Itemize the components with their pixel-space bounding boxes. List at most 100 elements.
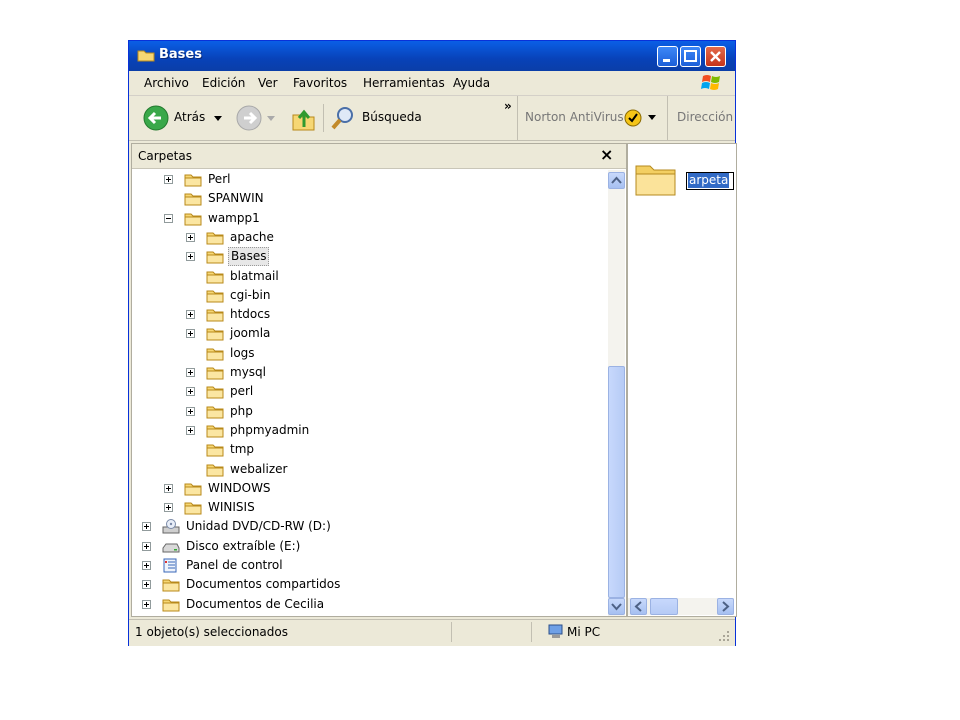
tree-item-label: Bases (228, 247, 270, 267)
tree-item-label: blatmail (230, 268, 279, 283)
norton-shield-icon[interactable] (623, 108, 643, 128)
tree-item[interactable]: SPANWIN (132, 189, 608, 208)
expand-icon[interactable] (142, 541, 151, 551)
resize-grip-icon[interactable] (719, 631, 731, 643)
expand-icon[interactable] (164, 483, 173, 493)
menu-herramientas[interactable]: Herramientas (363, 76, 445, 90)
expand-icon[interactable] (142, 522, 151, 532)
tree-item[interactable]: logs (132, 344, 608, 363)
expand-icon[interactable] (164, 175, 173, 184)
menu-edicion[interactable]: Edición (202, 76, 245, 90)
folder-icon (184, 174, 202, 187)
menu-archivo[interactable]: Archivo (144, 76, 189, 90)
chevron-right-icon (722, 601, 730, 612)
folder-icon[interactable] (633, 158, 679, 198)
expand-icon[interactable] (142, 561, 151, 570)
tree-item[interactable]: htdocs (132, 305, 608, 324)
folder-icon (206, 425, 224, 438)
tree-item[interactable]: phpmyadmin (132, 421, 608, 440)
menu-ayuda[interactable]: Ayuda (453, 76, 490, 90)
folder-icon (184, 213, 202, 226)
tree-item[interactable]: WINISIS (132, 498, 608, 517)
scroll-right-button[interactable] (717, 598, 734, 615)
collapse-icon[interactable] (164, 213, 173, 223)
toolbar-overflow-chevron[interactable]: » (504, 99, 512, 113)
expand-icon[interactable] (186, 310, 195, 320)
back-button[interactable]: Atrás (143, 104, 233, 132)
rename-input[interactable]: arpeta (686, 172, 734, 190)
tree-item-label: joomla (230, 326, 271, 341)
tree-item-label: htdocs (230, 307, 271, 322)
tree-item[interactable]: Bases (132, 247, 608, 267)
toolbar-separator (323, 104, 324, 132)
close-button[interactable] (705, 46, 726, 67)
vertical-scrollbar[interactable] (608, 170, 625, 616)
scroll-up-button[interactable] (608, 172, 625, 189)
folder-icon (184, 502, 202, 515)
menu-bar: Archivo Edición Ver Favoritos Herramient… (129, 71, 735, 96)
horizontal-scrollbar[interactable] (628, 598, 734, 615)
window-title: Bases (159, 47, 202, 62)
horizontal-scroll-thumb[interactable] (650, 598, 678, 615)
tree-item[interactable]: WINDOWS (132, 479, 608, 498)
forward-dropdown-icon[interactable] (267, 116, 275, 122)
tree-item[interactable]: Documentos de Cecilia (132, 595, 608, 614)
tree-item[interactable]: php (132, 402, 608, 421)
tree-item[interactable]: wampp1 (132, 209, 608, 228)
title-bar[interactable]: Bases (129, 41, 735, 71)
tree-item[interactable]: Disco extraíble (E:) (132, 537, 608, 556)
tree-item[interactable]: mysql (132, 363, 608, 382)
tree-item[interactable]: Documentos compartidos (132, 575, 608, 594)
tree-item[interactable]: apache (132, 228, 608, 247)
tree-item[interactable]: Perl (132, 170, 608, 189)
folder-icon (206, 271, 224, 283)
folder-icon (206, 464, 224, 476)
scroll-left-button[interactable] (630, 598, 647, 615)
windows-logo-icon (701, 75, 720, 90)
close-pane-button[interactable]: × (600, 145, 613, 164)
expand-icon[interactable] (142, 599, 151, 609)
folders-pane-header: Carpetas × (132, 144, 626, 169)
expand-icon[interactable] (186, 387, 195, 397)
search-button[interactable]: Búsqueda (330, 104, 430, 132)
expand-icon[interactable] (186, 425, 195, 435)
tree-item-label: Disco extraíble (E:) (186, 538, 301, 553)
minimize-button[interactable] (657, 46, 678, 67)
menu-ver[interactable]: Ver (258, 76, 278, 90)
tree-item[interactable]: perl (132, 382, 608, 401)
tree-item-label: cgi-bin (230, 287, 271, 302)
tree-item[interactable]: cgi-bin (132, 286, 608, 305)
scroll-down-button[interactable] (608, 598, 625, 615)
folder-tree: Perl SPANWIN wampp1 apache Bases blatmail cgi-… (132, 170, 608, 616)
expand-icon[interactable] (164, 503, 173, 513)
tree-item[interactable]: webalizer (132, 460, 608, 479)
tree-item[interactable]: tmp (132, 440, 608, 459)
scroll-thumb[interactable] (608, 366, 625, 598)
cd-drive-icon (162, 519, 180, 534)
folder-icon (206, 251, 224, 264)
tree-item[interactable]: Panel de control (132, 556, 608, 575)
menu-favoritos[interactable]: Favoritos (293, 76, 347, 90)
up-folder-icon[interactable] (291, 106, 317, 132)
expand-icon[interactable] (186, 406, 195, 416)
expand-icon[interactable] (186, 252, 195, 262)
folder-icon (206, 444, 224, 457)
expand-icon[interactable] (186, 329, 195, 339)
folder-icon (206, 367, 224, 380)
expand-icon[interactable] (142, 580, 151, 590)
removable-disk-icon (162, 543, 180, 553)
norton-antivirus-label[interactable]: Norton AntiVirus (525, 110, 624, 124)
tree-item[interactable]: joomla (132, 324, 608, 343)
expand-icon[interactable] (186, 368, 195, 377)
folder-icon (206, 386, 224, 399)
back-dropdown-icon[interactable] (214, 116, 222, 122)
forward-button[interactable] (236, 104, 280, 132)
maximize-icon (684, 50, 697, 62)
norton-dropdown-icon[interactable] (648, 115, 656, 121)
tree-item[interactable]: Unidad DVD/CD-RW (D:) (132, 517, 608, 536)
tree-item[interactable]: blatmail (132, 267, 608, 286)
maximize-button[interactable] (680, 46, 701, 67)
status-divider (531, 622, 532, 642)
expand-icon[interactable] (186, 232, 195, 242)
address-label[interactable]: Dirección (677, 110, 733, 124)
